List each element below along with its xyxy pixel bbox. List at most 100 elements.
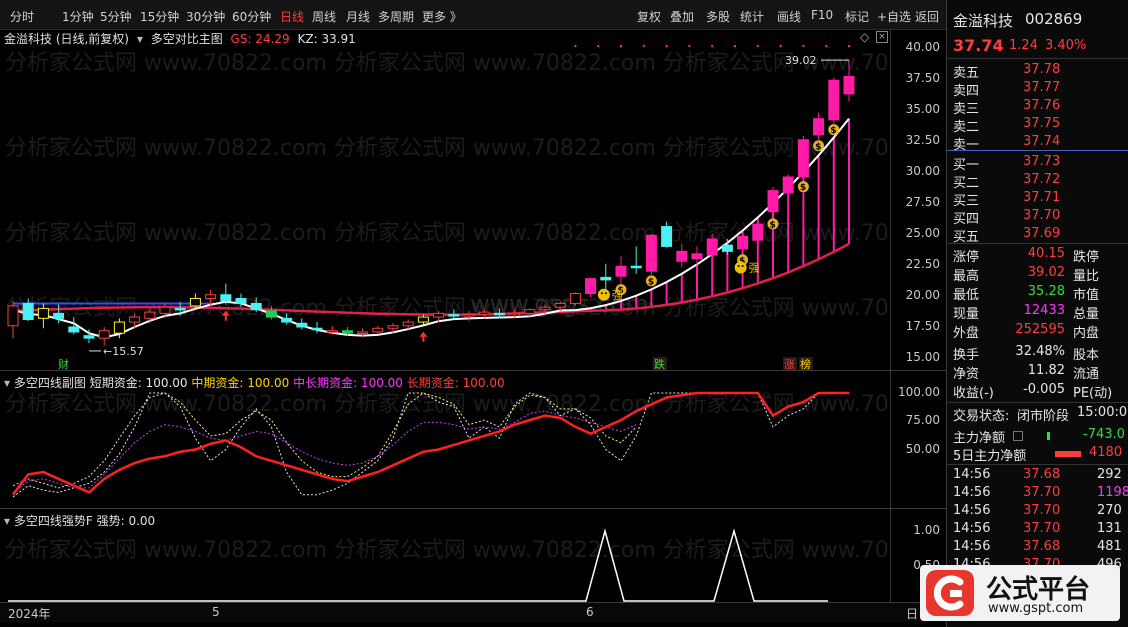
- price-tick: 32.50: [905, 133, 940, 147]
- signal-dot: [597, 45, 600, 47]
- svg-text:$: $: [648, 277, 654, 287]
- price-tick: 20.00: [905, 288, 940, 302]
- ask-row[interactable]: 卖三 37.76: [947, 98, 1128, 117]
- candle: [767, 186, 779, 218]
- date-label-may: 5: [212, 605, 220, 619]
- toolbar-action[interactable]: 复权: [637, 8, 661, 25]
- bid-row[interactable]: 买一 37.73: [947, 154, 1128, 173]
- period-tab[interactable]: 5分钟: [100, 8, 132, 25]
- price-tick: 22.50: [905, 257, 940, 271]
- event-badge[interactable]: 财: [57, 357, 71, 370]
- toolbar-action[interactable]: F10: [811, 8, 833, 22]
- event-badge[interactable]: 跌: [653, 357, 667, 370]
- price-tick: 17.50: [905, 319, 940, 333]
- toolbar-action[interactable]: 多股: [706, 8, 730, 25]
- divider: [947, 402, 1128, 403]
- toolbar-action[interactable]: 返回: [915, 8, 939, 25]
- stat-label: 涨停: [953, 250, 980, 265]
- signal-dot: [734, 45, 736, 47]
- stat-row: 净资 11.82 流通: [947, 363, 1128, 382]
- period-tab[interactable]: 30分钟: [186, 8, 225, 25]
- subchart1-axis: 100.00 75.00 50.00: [890, 371, 946, 508]
- stat-label: 跌停: [1073, 250, 1100, 265]
- stat-row: 收益(-) -0.005 PE(动): [947, 382, 1128, 401]
- svg-text:榜: 榜: [800, 357, 811, 370]
- ask-price: 37.77: [1023, 80, 1061, 95]
- bid-row[interactable]: 买二 37.72: [947, 172, 1128, 191]
- bid-price: 37.69: [1023, 226, 1061, 241]
- period-day-label[interactable]: 日: [906, 605, 918, 622]
- tick-row: 14:56 37.68 292: [947, 467, 1128, 485]
- ask-price: 37.76: [1023, 98, 1061, 113]
- period-tab[interactable]: 更多 》: [422, 8, 462, 25]
- price-change: 1.24: [1009, 38, 1038, 53]
- svg-text:$: $: [800, 183, 806, 193]
- price-row: 37.74 1.24 3.40%: [947, 36, 1128, 56]
- bid-row[interactable]: 买五 37.69: [947, 226, 1128, 245]
- stat-row: 换手 32.48% 股本: [947, 344, 1128, 363]
- subchart1-tick: 50.00: [905, 441, 940, 456]
- price-change-pct: 3.40%: [1045, 38, 1087, 53]
- ask-price: 37.78: [1023, 62, 1061, 77]
- tick-row: 14:56 37.70 270: [947, 503, 1128, 521]
- gspt-logo: 公式平台 www.gspt.com: [920, 565, 1120, 621]
- tick-volume: 292: [1097, 467, 1122, 482]
- strength-subchart: ▾ 多空四线强势F 强势: 0.00 分析家公式网 www.70822.com …: [0, 509, 946, 602]
- toolbar-action[interactable]: +自选: [877, 8, 911, 25]
- gspt-logo-icon: [926, 570, 974, 616]
- candle: [645, 234, 657, 275]
- event-badge[interactable]: 涨: [783, 357, 797, 370]
- toolbar-action[interactable]: 画线: [777, 8, 801, 25]
- signal-dot: [574, 45, 577, 47]
- signal-dot: [802, 45, 805, 47]
- ask-price: 37.74: [1023, 134, 1061, 149]
- period-tab[interactable]: 1分钟: [62, 8, 94, 25]
- signal-dot: [665, 45, 668, 47]
- toolbar-action[interactable]: 叠加: [670, 8, 694, 25]
- watermark: 分析家公式网 www.70822.com 分析家公式网 www.70822.co…: [5, 51, 890, 76]
- period-tab[interactable]: 15分钟: [140, 8, 179, 25]
- five-day-net-bar: [1055, 451, 1081, 457]
- signal-dot: [825, 45, 828, 47]
- period-tab[interactable]: 月线: [346, 8, 370, 25]
- stat-label: 最低: [953, 288, 980, 303]
- candle: [782, 174, 794, 203]
- price-tick: 40.00: [905, 40, 940, 54]
- period-tab[interactable]: 60分钟: [232, 8, 271, 25]
- stat-row: 现量 12433 总量: [947, 303, 1128, 322]
- main-net-label: 主力净额: [953, 431, 1006, 446]
- bid-row[interactable]: 买三 37.71: [947, 190, 1128, 209]
- svg-text:跌: 跌: [654, 357, 665, 370]
- candle: [828, 77, 840, 124]
- main-net-row: 主力净额 -743.0: [947, 427, 1128, 446]
- signal-dot: [711, 45, 714, 47]
- svg-text:$: $: [770, 220, 776, 230]
- period-tab[interactable]: 日线: [280, 8, 304, 25]
- candle: [676, 243, 688, 268]
- candle: [569, 292, 581, 306]
- bid-label: 买四: [953, 212, 980, 227]
- ask-row[interactable]: 卖四 37.77: [947, 80, 1128, 99]
- stat-label: 净资: [953, 367, 980, 382]
- bid-row[interactable]: 买四 37.70: [947, 208, 1128, 227]
- bid-label: 买三: [953, 194, 980, 209]
- stat-value: 39.02: [1027, 265, 1065, 280]
- period-tab[interactable]: 周线: [312, 8, 336, 25]
- stat-label: 总量: [1073, 307, 1100, 322]
- ask-label: 卖四: [953, 84, 980, 99]
- signal-dot: [848, 45, 850, 47]
- stat-label: 内盘: [1073, 326, 1100, 341]
- stock-name: 金溢科技: [953, 12, 1014, 30]
- signal-dot: [756, 45, 759, 47]
- period-tab[interactable]: 分时: [10, 8, 34, 25]
- ask-row[interactable]: 卖二 37.75: [947, 116, 1128, 135]
- toolbar-action[interactable]: 标记: [845, 8, 869, 25]
- ask-row[interactable]: 卖五 37.78: [947, 62, 1128, 81]
- strong-label: 强: [749, 261, 760, 274]
- period-tab[interactable]: 多周期: [378, 8, 414, 25]
- main-net-icon[interactable]: [1013, 431, 1023, 441]
- date-label-year: 2024年: [8, 607, 51, 621]
- event-badge[interactable]: 榜: [799, 357, 813, 370]
- stat-label: 外盘: [953, 326, 980, 341]
- toolbar-action[interactable]: 统计: [740, 8, 764, 25]
